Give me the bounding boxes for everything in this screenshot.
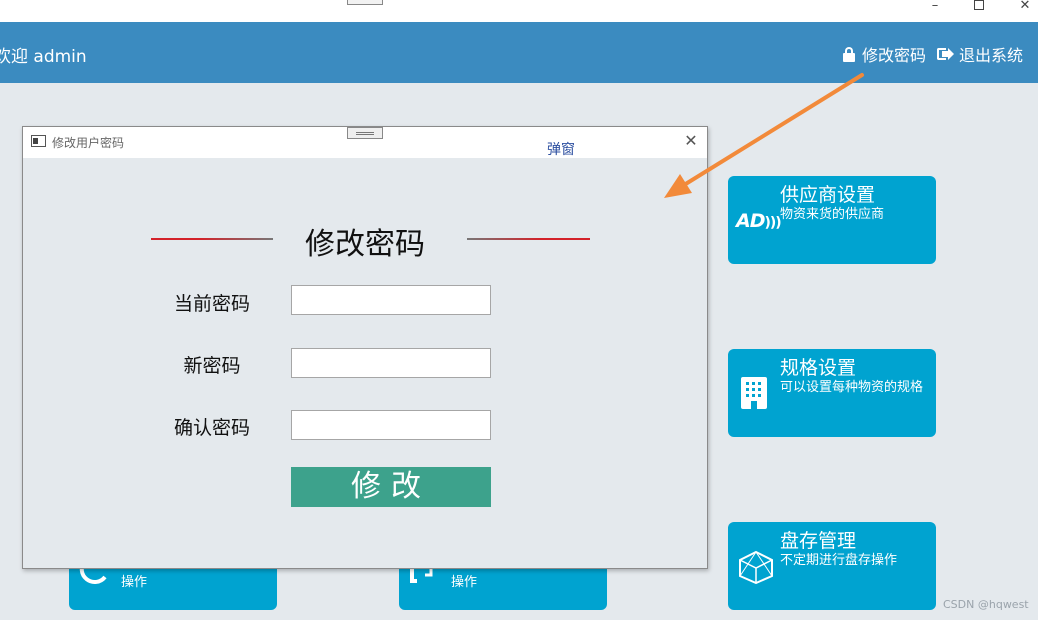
dialog-tag-label: 弹窗 <box>547 142 575 158</box>
watermark: CSDN @hqwest <box>943 598 1029 611</box>
change-password-dialog: 修改用户密码 弹窗 ✕ 修改密码 当前密码 新密码 确认密码 修改 <box>22 126 708 569</box>
window-app-icon <box>31 135 46 147</box>
confirm-password-input[interactable] <box>291 410 491 440</box>
new-password-label: 新密码 <box>183 355 241 377</box>
tile-desc: 可以设置每种物资的规格 <box>780 380 924 395</box>
maximize-icon[interactable] <box>966 0 992 14</box>
tile-title: 供应商设置 <box>780 184 876 206</box>
logout-link[interactable]: 退出系统 <box>937 42 1023 66</box>
supplier-logo-icon: AD))) <box>736 210 782 232</box>
tile-supplier-settings[interactable]: AD))) 供应商设置 物资来货的供应商 <box>728 176 936 264</box>
current-password-label: 当前密码 <box>173 293 250 315</box>
change-password-link[interactable]: 修改密码 <box>842 42 926 66</box>
minimize-icon[interactable]: – <box>922 0 948 14</box>
dialog-window-title: 修改用户密码 <box>52 136 125 150</box>
lock-icon <box>842 46 856 62</box>
dialog-heading: 修改密码 <box>305 227 425 262</box>
dialog-titlebar[interactable]: 修改用户密码 弹窗 ✕ <box>23 127 707 158</box>
cube-icon <box>739 550 773 584</box>
close-icon[interactable]: ✕ <box>1012 0 1038 14</box>
tile-title: 盘存管理 <box>780 530 857 552</box>
confirm-password-label: 确认密码 <box>173 417 250 439</box>
dialog-drag-handle[interactable] <box>347 127 383 139</box>
close-icon[interactable]: ✕ <box>683 133 699 149</box>
os-title-bar: – ✕ <box>0 0 1038 22</box>
tile-stock-management[interactable]: 盘存管理 不定期进行盘存操作 <box>728 522 936 610</box>
tile-spec-settings[interactable]: 规格设置 可以设置每种物资的规格 <box>728 349 936 437</box>
change-password-label: 修改密码 <box>862 46 927 65</box>
tile-title: 规格设置 <box>780 357 857 379</box>
sign-out-icon <box>937 47 954 61</box>
current-password-input[interactable] <box>291 285 491 315</box>
welcome-text: 欢迎 admin <box>0 47 87 67</box>
heading-divider-right <box>467 238 590 240</box>
building-icon <box>741 377 767 409</box>
tile-desc: 物资来货的供应商 <box>780 207 885 222</box>
tile-desc: 操作 <box>451 575 478 590</box>
submit-button[interactable]: 修改 <box>291 467 491 507</box>
app-header: 欢迎 admin 修改密码 退出系统 <box>0 22 1038 83</box>
new-password-input[interactable] <box>291 348 491 378</box>
tile-desc: 操作 <box>121 575 148 590</box>
window-drag-handle[interactable] <box>347 0 383 5</box>
logout-label: 退出系统 <box>959 46 1024 65</box>
tile-desc: 不定期进行盘存操作 <box>780 553 898 568</box>
